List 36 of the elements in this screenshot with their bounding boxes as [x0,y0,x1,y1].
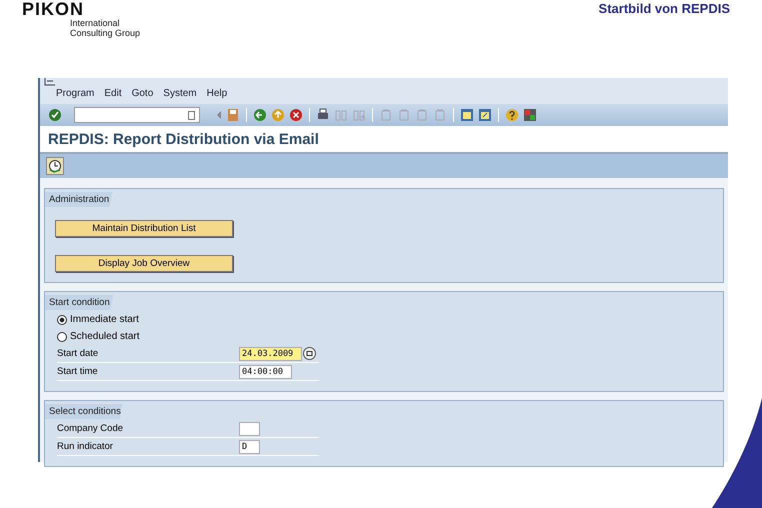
input-field[interactable] [239,422,260,436]
input-field[interactable]: 04:00:00 [239,364,292,378]
layout-icon[interactable] [523,108,537,122]
field-label: Start time [57,366,99,377]
help-icon[interactable] [505,108,519,122]
radio-button[interactable] [57,314,67,324]
logo-tagline: International [70,18,121,28]
input-field[interactable]: 24.03.2009 [239,346,302,360]
up-icon[interactable] [271,108,285,122]
field-label: Start date [57,348,100,359]
input-field[interactable]: D [239,440,260,454]
save-icon[interactable] [226,108,240,122]
cancel-icon[interactable] [289,108,303,122]
logo-tagline: Consulting Group [70,28,140,38]
back-icon[interactable] [253,108,267,122]
radio-label: Scheduled start [70,331,140,342]
radio-button[interactable] [57,332,67,342]
radio-label: Immediate start [70,314,139,325]
command-field[interactable] [74,107,200,123]
logo-wordmark: PIKON [22,0,86,18]
menu-item[interactable]: Edit [104,88,122,100]
execute-button[interactable] [46,157,64,175]
calendar-icon[interactable] [303,347,316,360]
menu-item[interactable]: Program [56,88,94,100]
push-button[interactable]: Maintain Distribution List [55,220,233,237]
field-label: Company Code [57,423,124,434]
field-label: Run indicator [57,441,114,452]
print-icon[interactable] [316,108,330,122]
checkmark-icon[interactable] [48,108,62,122]
menu-item[interactable]: Help [206,88,228,100]
menu-item[interactable]: System [163,88,197,100]
slide-title: Startbild von REPDIS [598,0,730,18]
window-menu-icon[interactable] [44,78,56,86]
push-button[interactable]: Display Job Overview [55,255,233,272]
menu-item[interactable]: Goto [132,88,154,100]
screen-title: REPDIS: Report Distribution via Email [48,130,319,148]
